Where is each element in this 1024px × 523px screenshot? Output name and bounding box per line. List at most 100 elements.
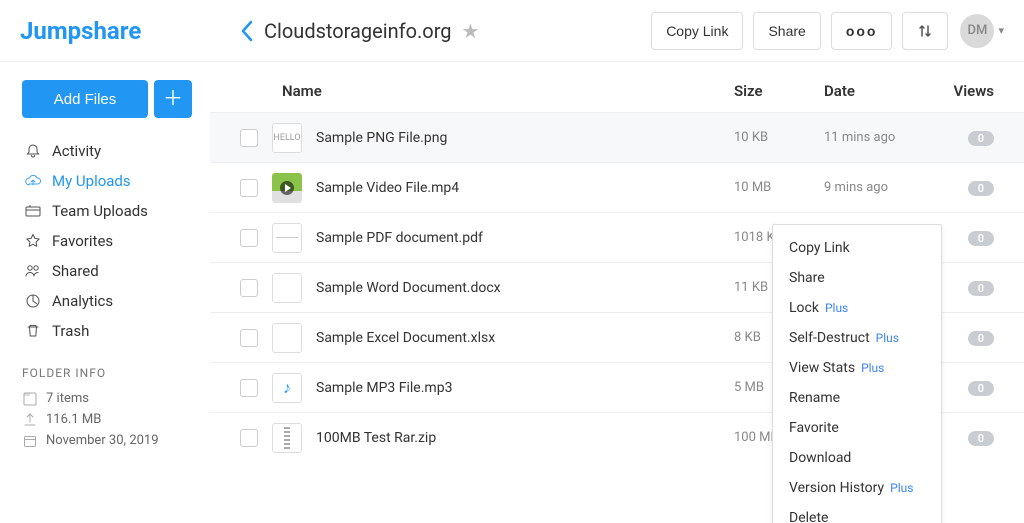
- views-badge: 0: [968, 181, 994, 196]
- views-badge: 0: [968, 131, 994, 146]
- sidebar-item-my-uploads[interactable]: My Uploads: [22, 166, 192, 196]
- share-button[interactable]: Share: [753, 12, 820, 50]
- file-thumbnail: [272, 423, 302, 453]
- col-date[interactable]: Date: [824, 82, 934, 100]
- folder-size: 116.1 MB: [46, 412, 101, 427]
- size-icon: [22, 413, 38, 427]
- row-checkbox[interactable]: [240, 329, 258, 347]
- avatar[interactable]: DM: [960, 14, 994, 48]
- menu-item-label: Delete: [789, 510, 828, 523]
- trash-icon: [24, 323, 42, 339]
- file-name[interactable]: Sample PNG File.png: [316, 130, 734, 146]
- row-checkbox[interactable]: [240, 379, 258, 397]
- file-views: 0: [934, 230, 994, 246]
- file-thumbnail: [272, 273, 302, 303]
- row-checkbox[interactable]: [240, 179, 258, 197]
- team-icon: [24, 203, 42, 219]
- sidebar-item-label: Shared: [52, 262, 99, 280]
- menu-favorite[interactable]: Favorite: [773, 413, 941, 443]
- add-files-button[interactable]: Add Files: [22, 80, 148, 118]
- sidebar-item-label: Activity: [52, 142, 101, 160]
- menu-item-label: View Stats: [789, 360, 855, 376]
- file-name[interactable]: Sample Excel Document.xlsx: [316, 330, 734, 346]
- items-icon: [22, 392, 38, 406]
- row-checkbox[interactable]: [240, 129, 258, 147]
- menu-self-destruct[interactable]: Self-Destruct Plus: [773, 323, 941, 353]
- add-plus-button[interactable]: ＋: [154, 80, 192, 118]
- bell-icon: [24, 143, 42, 159]
- file-views: 0: [934, 380, 994, 396]
- menu-item-label: Self-Destruct: [789, 330, 870, 346]
- cloud-icon: [24, 173, 42, 189]
- file-views: 0: [934, 280, 994, 296]
- menu-copy-link[interactable]: Copy Link: [773, 233, 941, 263]
- more-button[interactable]: ooo: [831, 12, 893, 50]
- col-name[interactable]: Name: [240, 82, 734, 100]
- file-name[interactable]: Sample Video File.mp4: [316, 180, 734, 196]
- file-date: 9 mins ago: [824, 180, 934, 195]
- col-size[interactable]: Size: [734, 82, 824, 100]
- sidebar-item-label: Trash: [52, 322, 89, 340]
- context-menu: Copy LinkShareLockPlusSelf-DestructPlusV…: [772, 224, 942, 523]
- sidebar-item-team-uploads[interactable]: Team Uploads: [22, 196, 192, 226]
- views-badge: 0: [968, 231, 994, 246]
- menu-item-label: Rename: [789, 390, 840, 406]
- table-header: Name Size Date Views: [210, 62, 1024, 112]
- sidebar-item-label: Favorites: [52, 232, 113, 250]
- copy-link-button[interactable]: Copy Link: [651, 12, 743, 50]
- folder-date: November 30, 2019: [46, 433, 159, 448]
- folder-info-list: 7 items 116.1 MB November 30, 2019: [22, 388, 192, 451]
- file-row[interactable]: Sample Video File.mp410 MB9 mins ago 0: [210, 162, 1024, 212]
- sidebar-item-favorites[interactable]: Favorites: [22, 226, 192, 256]
- row-checkbox[interactable]: [240, 229, 258, 247]
- menu-view-stats[interactable]: View StatsPlus: [773, 353, 941, 383]
- sidebar-item-label: My Uploads: [52, 172, 131, 190]
- sidebar-item-label: Team Uploads: [52, 202, 148, 220]
- plus-tag: Plus: [890, 481, 913, 495]
- menu-share[interactable]: Share: [773, 263, 941, 293]
- plus-tag: Plus: [825, 301, 848, 315]
- file-views: 0: [934, 330, 994, 346]
- menu-item-label: Download: [789, 450, 851, 466]
- sidebar-item-analytics[interactable]: Analytics: [22, 286, 192, 316]
- logo[interactable]: Jumpshare: [20, 17, 190, 45]
- menu-version-history[interactable]: Version HistoryPlus: [773, 473, 941, 503]
- sidebar-item-trash[interactable]: Trash: [22, 316, 192, 346]
- folder-info-heading: FOLDER INFO: [22, 366, 192, 380]
- file-views: 0: [934, 430, 994, 446]
- row-checkbox[interactable]: [240, 429, 258, 447]
- views-badge: 0: [968, 431, 994, 446]
- menu-lock[interactable]: LockPlus: [773, 293, 941, 323]
- chart-icon: [24, 293, 42, 309]
- users-icon: [24, 263, 42, 279]
- favorite-star-icon[interactable]: ★: [462, 19, 480, 43]
- sidebar: Add Files ＋ Activity My Uploads Team Uploa…: [0, 62, 210, 523]
- back-arrow-icon[interactable]: [240, 20, 254, 42]
- file-views: 0: [934, 180, 994, 196]
- file-name[interactable]: 100MB Test Rar.zip: [316, 430, 734, 446]
- file-date: 11 mins ago: [824, 130, 934, 145]
- file-name[interactable]: Sample PDF document.pdf: [316, 230, 734, 246]
- col-views[interactable]: Views: [934, 82, 994, 100]
- menu-delete[interactable]: Delete: [773, 503, 941, 523]
- plus-tag: Plus: [876, 331, 899, 345]
- sidebar-item-activity[interactable]: Activity: [22, 136, 192, 166]
- file-views: 0: [934, 130, 994, 146]
- file-size: 10 KB: [734, 130, 824, 145]
- file-name[interactable]: Sample MP3 File.mp3: [316, 380, 734, 396]
- menu-rename[interactable]: Rename: [773, 383, 941, 413]
- file-list-panel: Name Size Date Views HELLOSample PNG Fil…: [210, 62, 1024, 523]
- menu-download[interactable]: Download: [773, 443, 941, 473]
- row-checkbox[interactable]: [240, 279, 258, 297]
- date-icon: [22, 434, 38, 448]
- file-thumbnail: [272, 173, 302, 203]
- file-name[interactable]: Sample Word Document.docx: [316, 280, 734, 296]
- sidebar-item-shared[interactable]: Shared: [22, 256, 192, 286]
- sort-button[interactable]: [902, 12, 948, 50]
- chevron-down-icon[interactable]: ▾: [998, 24, 1004, 37]
- file-row[interactable]: HELLOSample PNG File.png10 KB11 mins ago…: [210, 112, 1024, 162]
- views-badge: 0: [968, 281, 994, 296]
- file-thumbnail: ♪: [272, 373, 302, 403]
- file-size: 10 MB: [734, 180, 824, 195]
- sidebar-item-label: Analytics: [52, 292, 113, 310]
